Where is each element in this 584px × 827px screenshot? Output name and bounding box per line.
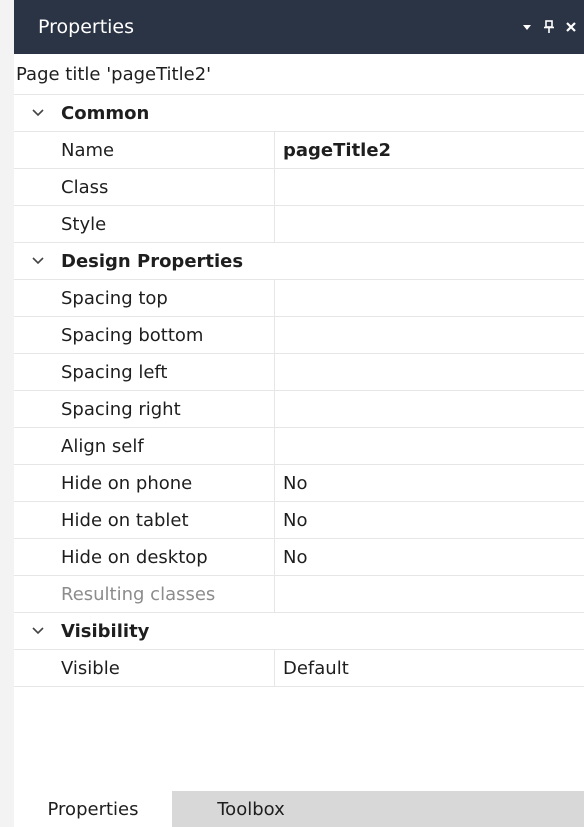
property-value-style[interactable] bbox=[275, 206, 584, 242]
property-value-hide-on-phone[interactable]: No bbox=[275, 465, 584, 501]
property-row-spacing-right[interactable]: Spacing right bbox=[14, 391, 584, 428]
property-name: Align self bbox=[52, 428, 275, 464]
left-dock-strip bbox=[0, 0, 14, 827]
property-row-style[interactable]: Style bbox=[14, 206, 584, 243]
property-row-hide-on-desktop[interactable]: Hide on desktop No bbox=[14, 539, 584, 576]
tab-toolbox[interactable]: Toolbox bbox=[172, 791, 330, 827]
property-grid: Common Name pageTitle2 Class Style Desig… bbox=[14, 95, 584, 687]
panel-title-bar: Properties bbox=[14, 0, 584, 54]
category-label: Visibility bbox=[61, 620, 150, 642]
property-name: Name bbox=[52, 132, 275, 168]
properties-panel: Properties Page title 'pageTitle2' Commo… bbox=[14, 0, 584, 827]
pin-icon[interactable] bbox=[538, 15, 560, 39]
property-name: Hide on tablet bbox=[52, 502, 275, 538]
property-row-spacing-top[interactable]: Spacing top bbox=[14, 280, 584, 317]
category-visibility[interactable]: Visibility bbox=[14, 613, 584, 650]
property-name: Hide on desktop bbox=[52, 539, 275, 575]
row-gutter bbox=[14, 650, 52, 686]
property-row-align-self[interactable]: Align self bbox=[14, 428, 584, 465]
category-label: Design Properties bbox=[61, 250, 244, 272]
row-gutter bbox=[14, 280, 52, 316]
property-name: Spacing bottom bbox=[52, 317, 275, 353]
property-value-align-self[interactable] bbox=[275, 428, 584, 464]
property-row-name[interactable]: Name pageTitle2 bbox=[14, 132, 584, 169]
chevron-down-icon[interactable] bbox=[14, 627, 61, 635]
close-icon[interactable] bbox=[560, 15, 582, 39]
property-value-spacing-top[interactable] bbox=[275, 280, 584, 316]
row-gutter bbox=[14, 391, 52, 427]
property-name: Spacing right bbox=[52, 391, 275, 427]
properties-window: Properties Page title 'pageTitle2' Commo… bbox=[0, 0, 584, 827]
row-gutter bbox=[14, 428, 52, 464]
row-gutter bbox=[14, 576, 52, 612]
selected-object-label: Page title 'pageTitle2' bbox=[14, 54, 584, 95]
chevron-down-icon[interactable] bbox=[14, 257, 61, 265]
property-value-hide-on-desktop[interactable]: No bbox=[275, 539, 584, 575]
bottom-tab-strip: Properties Toolbox bbox=[14, 791, 584, 827]
property-row-spacing-bottom[interactable]: Spacing bottom bbox=[14, 317, 584, 354]
property-value-class[interactable] bbox=[275, 169, 584, 205]
property-name: Spacing top bbox=[52, 280, 275, 316]
category-common[interactable]: Common bbox=[14, 95, 584, 132]
property-value-name[interactable]: pageTitle2 bbox=[275, 132, 584, 168]
property-row-resulting-classes: Resulting classes bbox=[14, 576, 584, 613]
property-value-spacing-bottom[interactable] bbox=[275, 317, 584, 353]
row-gutter bbox=[14, 317, 52, 353]
property-name: Style bbox=[52, 206, 275, 242]
tab-strip-filler bbox=[330, 791, 584, 827]
row-gutter bbox=[14, 465, 52, 501]
property-name: Visible bbox=[52, 650, 275, 686]
property-name: Hide on phone bbox=[52, 465, 275, 501]
tab-properties[interactable]: Properties bbox=[14, 791, 172, 827]
row-gutter bbox=[14, 539, 52, 575]
property-value-spacing-left[interactable] bbox=[275, 354, 584, 390]
property-row-spacing-left[interactable]: Spacing left bbox=[14, 354, 584, 391]
dropdown-arrow-shape bbox=[523, 25, 531, 30]
dropdown-arrow-icon[interactable] bbox=[516, 15, 538, 39]
property-value-hide-on-tablet[interactable]: No bbox=[275, 502, 584, 538]
property-name: Class bbox=[52, 169, 275, 205]
property-row-hide-on-phone[interactable]: Hide on phone No bbox=[14, 465, 584, 502]
title-bar-buttons bbox=[516, 0, 582, 54]
category-design-properties[interactable]: Design Properties bbox=[14, 243, 584, 280]
property-row-visible[interactable]: Visible Default bbox=[14, 650, 584, 687]
property-name: Resulting classes bbox=[52, 576, 275, 612]
property-value-resulting-classes bbox=[275, 576, 584, 612]
row-gutter bbox=[14, 206, 52, 242]
property-row-hide-on-tablet[interactable]: Hide on tablet No bbox=[14, 502, 584, 539]
row-gutter bbox=[14, 132, 52, 168]
pin-shape bbox=[544, 20, 554, 33]
property-value-spacing-right[interactable] bbox=[275, 391, 584, 427]
panel-title: Properties bbox=[38, 16, 135, 38]
property-value-visible[interactable]: Default bbox=[275, 650, 584, 686]
close-shape bbox=[566, 22, 576, 32]
row-gutter bbox=[14, 169, 52, 205]
chevron-down-icon[interactable] bbox=[14, 109, 61, 117]
row-gutter bbox=[14, 502, 52, 538]
property-name: Spacing left bbox=[52, 354, 275, 390]
property-row-class[interactable]: Class bbox=[14, 169, 584, 206]
category-label: Common bbox=[61, 102, 150, 124]
row-gutter bbox=[14, 354, 52, 390]
